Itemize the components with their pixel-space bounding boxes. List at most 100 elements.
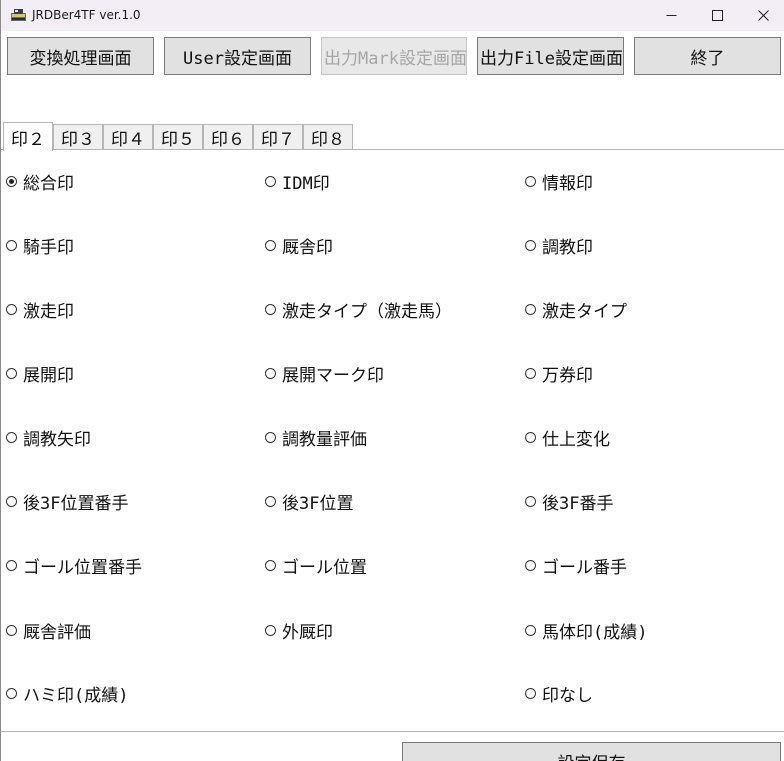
radio-icon[interactable] [265, 624, 276, 636]
option-label: 調教印 [542, 237, 593, 258]
option-label: ゴール位置 [282, 557, 367, 578]
option-label: 激走印 [23, 301, 74, 322]
tab-mark-3[interactable]: 印３ [53, 124, 103, 150]
option-label: 情報印 [542, 173, 593, 194]
option-training-volume[interactable]: 調教量評価 [265, 426, 367, 450]
radio-icon[interactable] [265, 239, 276, 251]
option-label: 厩舎印 [282, 237, 333, 258]
radio-icon[interactable] [6, 624, 17, 636]
maximize-button[interactable] [694, 0, 740, 31]
option-label: 後3F位置 [282, 493, 354, 514]
file-settings-button[interactable]: 出力File設定画面 [477, 37, 624, 75]
option-sogo-mark[interactable]: 総合印 [6, 170, 74, 194]
option-label: ゴール番手 [542, 557, 627, 578]
radio-icon[interactable] [6, 431, 17, 443]
radio-icon[interactable] [6, 303, 17, 315]
option-gekiso-type-horse[interactable]: 激走タイプ（激走馬） [265, 298, 452, 322]
radio-icon[interactable] [265, 495, 276, 507]
radio-icon[interactable] [6, 495, 17, 507]
close-button[interactable] [740, 0, 784, 31]
radio-icon[interactable] [525, 624, 536, 636]
option-label: 展開マーク印 [282, 365, 384, 386]
user-settings-button[interactable]: User設定画面 [164, 37, 311, 75]
option-last3f-rank[interactable]: 後3F番手 [525, 490, 614, 514]
tab-panel-border [1, 149, 784, 150]
radio-icon[interactable] [6, 559, 17, 571]
option-goal-position-rank[interactable]: ゴール位置番手 [6, 554, 142, 578]
option-training-arrow[interactable]: 調教矢印 [6, 426, 91, 450]
exit-button[interactable]: 終了 [634, 37, 781, 75]
radio-icon[interactable] [6, 239, 17, 251]
option-tenkai-mark-symbol[interactable]: 展開マーク印 [265, 362, 384, 386]
radio-icon[interactable] [265, 175, 276, 187]
option-outside-stable-mark[interactable]: 外厩印 [265, 619, 333, 643]
option-training-mark[interactable]: 調教印 [525, 234, 593, 258]
option-tenkai-mark[interactable]: 展開印 [6, 362, 74, 386]
option-stable-mark[interactable]: 厩舎印 [265, 234, 333, 258]
tab-mark-2[interactable]: 印２ [3, 122, 53, 151]
radio-icon[interactable] [6, 175, 17, 187]
option-last3f-position-rank[interactable]: 後3F位置番手 [6, 490, 129, 514]
option-label: 騎手印 [23, 237, 74, 258]
option-label: 後3F番手 [542, 493, 614, 514]
convert-screen-button[interactable]: 変換処理画面 [7, 37, 154, 75]
option-goal-rank[interactable]: ゴール番手 [525, 554, 627, 578]
panel-bottom-border [1, 731, 784, 732]
tab-mark-6[interactable]: 印６ [203, 124, 253, 150]
radio-icon[interactable] [525, 175, 536, 187]
mark-tab-strip: 印２ 印３ 印４ 印５ 印６ 印７ 印８ [1, 122, 784, 151]
radio-icon[interactable] [6, 367, 17, 379]
radio-icon[interactable] [525, 239, 536, 251]
option-no-mark[interactable]: 印なし [525, 682, 593, 706]
option-condition-change[interactable]: 仕上変化 [525, 426, 610, 450]
option-gekiso-type[interactable]: 激走タイプ [525, 298, 627, 322]
minimize-icon [666, 15, 676, 16]
radio-icon[interactable] [525, 367, 536, 379]
tab-mark-7[interactable]: 印７ [253, 124, 303, 150]
option-label: ハミ印(成績) [23, 685, 129, 706]
option-bit-mark-results[interactable]: ハミ印(成績) [6, 682, 129, 706]
option-label: 後3F位置番手 [23, 493, 129, 514]
option-gekiso-mark[interactable]: 激走印 [6, 298, 74, 322]
option-goal-position[interactable]: ゴール位置 [265, 554, 367, 578]
close-icon [757, 10, 769, 21]
option-label: 外厩印 [282, 622, 333, 643]
radio-icon[interactable] [265, 367, 276, 379]
option-label: 激走タイプ [542, 301, 627, 322]
app-icon [11, 9, 26, 21]
mark-settings-button: 出力Mark設定画面 [321, 37, 467, 75]
tab-mark-5[interactable]: 印５ [153, 124, 203, 150]
tab-mark-4[interactable]: 印４ [103, 124, 153, 150]
radio-icon[interactable] [265, 559, 276, 571]
option-label: 総合印 [23, 173, 74, 194]
radio-icon[interactable] [525, 495, 536, 507]
maximize-icon [711, 10, 723, 21]
option-stable-evaluation[interactable]: 厩舎評価 [6, 619, 91, 643]
option-body-mark-results[interactable]: 馬体印(成績) [525, 619, 648, 643]
option-label: 仕上変化 [542, 429, 610, 450]
option-label: 馬体印(成績) [542, 622, 648, 643]
app-window: JRDBer4TF ver.1.0 変換処理画面 User設定画面 出力Mark… [0, 0, 784, 761]
option-label: 調教矢印 [23, 429, 91, 450]
radio-icon[interactable] [265, 303, 276, 315]
option-jockey-mark[interactable]: 騎手印 [6, 234, 74, 258]
save-settings-button[interactable]: 設定保存 [402, 742, 781, 761]
radio-icon[interactable] [6, 687, 17, 699]
option-manken-mark[interactable]: 万券印 [525, 362, 593, 386]
radio-icon[interactable] [265, 431, 276, 443]
radio-icon[interactable] [525, 303, 536, 315]
minimize-button[interactable] [648, 0, 694, 31]
radio-icon[interactable] [525, 431, 536, 443]
option-label: 調教量評価 [282, 429, 367, 450]
radio-icon[interactable] [525, 687, 536, 699]
radio-icon[interactable] [525, 559, 536, 571]
title-bar: JRDBer4TF ver.1.0 [1, 0, 784, 31]
option-label: IDM印 [282, 173, 330, 194]
option-last3f-position[interactable]: 後3F位置 [265, 490, 354, 514]
option-label: 激走タイプ（激走馬） [282, 301, 452, 322]
option-label: ゴール位置番手 [23, 557, 142, 578]
option-label: 展開印 [23, 365, 74, 386]
tab-mark-8[interactable]: 印８ [303, 124, 353, 150]
option-info-mark[interactable]: 情報印 [525, 170, 593, 194]
option-idm-mark[interactable]: IDM印 [265, 170, 330, 194]
